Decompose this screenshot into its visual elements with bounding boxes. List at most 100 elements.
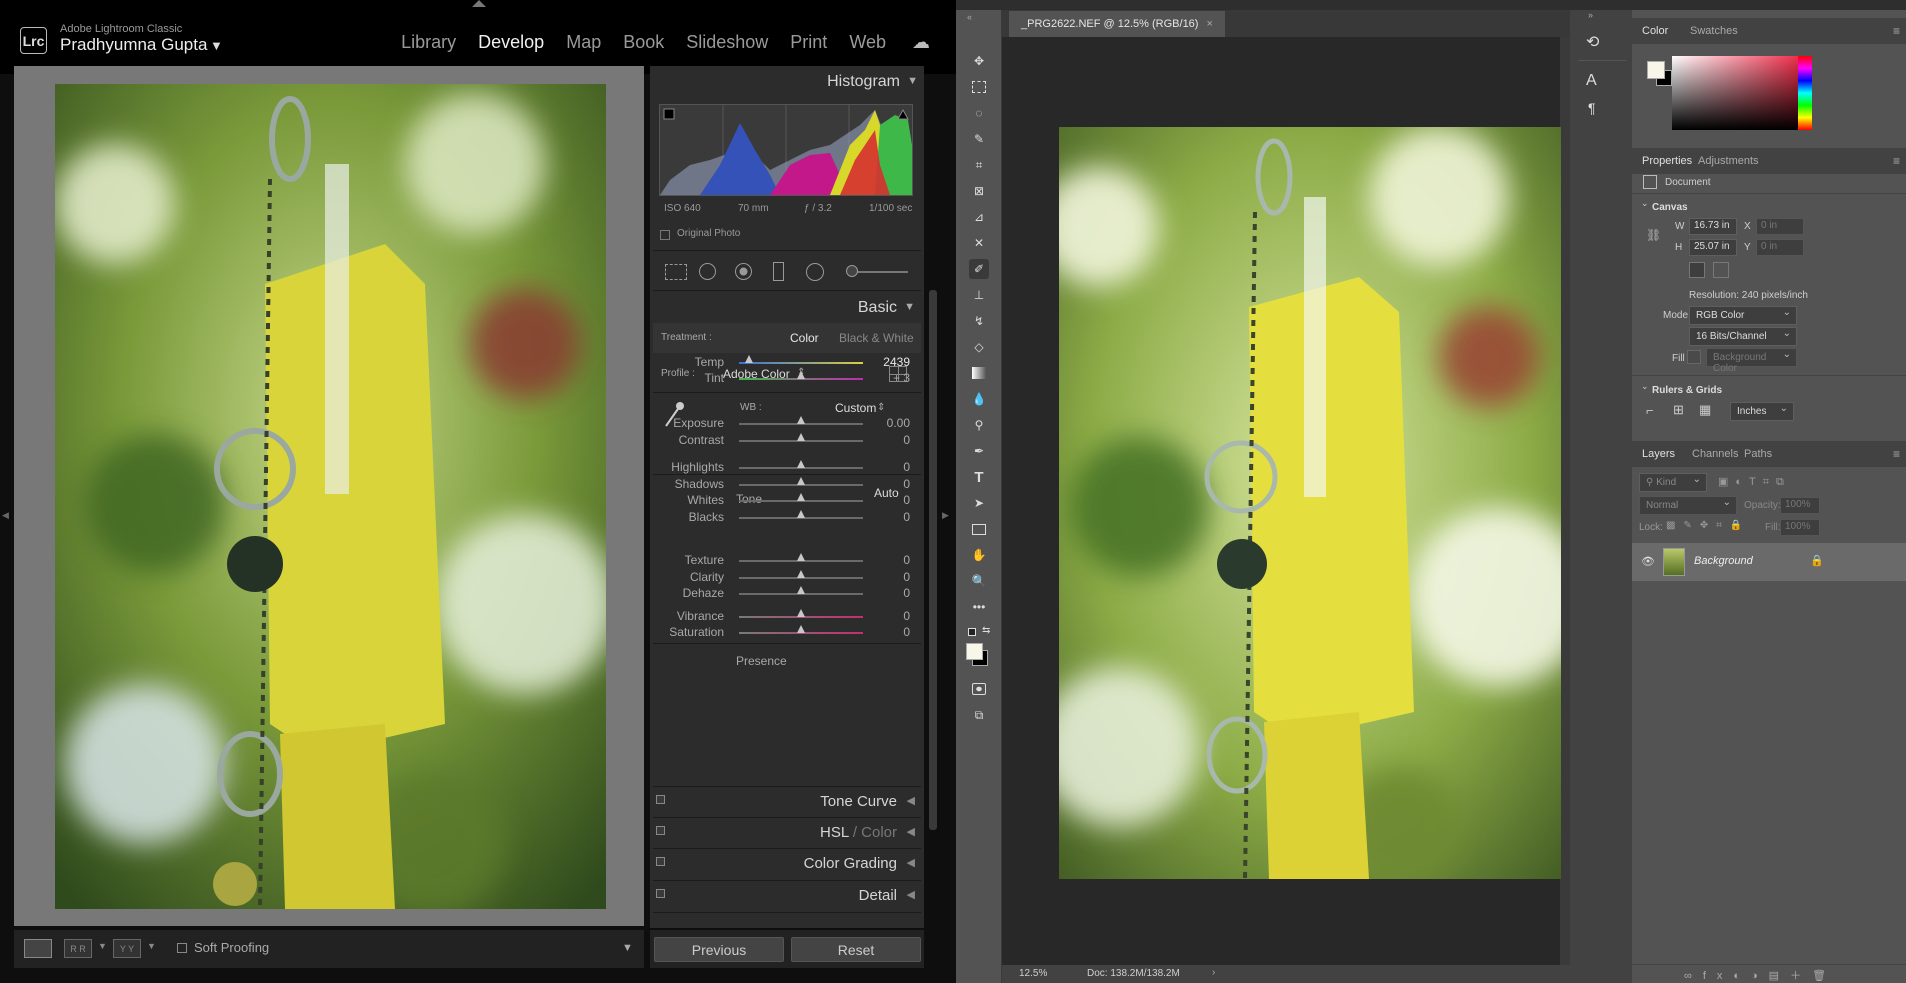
color-fg-swatch[interactable] [1647, 61, 1665, 79]
foreground-color-swatch[interactable] [966, 643, 983, 660]
expand-triangle-icon[interactable]: ◀ [907, 856, 915, 869]
saturation-slider-handle[interactable] [797, 625, 805, 633]
dehaze-slider-handle[interactable] [797, 586, 805, 594]
zoom-tool-icon[interactable]: 🔍 [969, 571, 989, 591]
rulers-chevron-icon[interactable]: ⌄ [1641, 381, 1649, 392]
right-panel-toggle-icon[interactable]: ▶ [942, 510, 949, 521]
dehaze-slider[interactable] [739, 586, 863, 595]
panel-switch-icon[interactable] [656, 857, 665, 866]
fill2-field[interactable]: 100% [1780, 519, 1820, 536]
basic-header[interactable]: Basic ▼ [653, 295, 921, 321]
x-field[interactable]: 0 in [1756, 218, 1804, 235]
identity-caret-icon[interactable]: ▼ [210, 38, 223, 53]
brush-tool-icon[interactable]: ✐ [969, 259, 989, 279]
texture-slider-handle[interactable] [797, 553, 805, 561]
histogram-graph[interactable] [659, 104, 913, 196]
exposure-slider[interactable] [739, 416, 863, 425]
blend-mode-dropdown[interactable]: Normal [1639, 496, 1737, 515]
left-panel-toggle-icon[interactable]: ◀ [2, 510, 9, 521]
hsl-header[interactable]: HSL / Color ◀ [653, 817, 921, 847]
dodge-tool-icon[interactable]: ⚲ [969, 415, 989, 435]
temp-slider[interactable] [739, 355, 863, 364]
landscape-orientation-icon[interactable] [1713, 262, 1729, 278]
history-panel-icon[interactable]: ⟲ [1586, 32, 1599, 52]
module-book[interactable]: Book [623, 32, 664, 53]
color-grading-header[interactable]: Color Grading ◀ [653, 848, 921, 878]
reset-button[interactable]: Reset [791, 937, 921, 962]
shadows-slider-handle[interactable] [797, 477, 805, 485]
canvas-chevron-icon[interactable]: ⌄ [1641, 198, 1649, 209]
detail-header[interactable]: Detail ◀ [653, 880, 921, 910]
expand-triangle-icon[interactable]: ◀ [907, 794, 915, 807]
blur-tool-icon[interactable]: 💧 [969, 389, 989, 409]
top-panel-toggle[interactable] [472, 0, 486, 7]
gradient-tool-icon[interactable] [969, 363, 989, 383]
temp-slider-handle[interactable] [744, 355, 753, 363]
marquee-tool-icon[interactable] [969, 77, 989, 97]
saturation-value[interactable]: 0 [866, 625, 910, 639]
toolbar-menu-caret-icon[interactable]: ▼ [622, 942, 633, 954]
portrait-orientation-icon[interactable] [1689, 262, 1705, 278]
frame-tool-icon[interactable]: ⊠ [969, 181, 989, 201]
tab-paths[interactable]: Paths [1744, 448, 1772, 460]
exposure-slider-handle[interactable] [797, 416, 805, 424]
whites-slider-handle[interactable] [797, 493, 805, 501]
clarity-value[interactable]: 0 [866, 570, 910, 584]
tone-curve-header[interactable]: Tone Curve ◀ [653, 786, 921, 816]
stamp-tool-icon[interactable]: ⊥ [969, 285, 989, 305]
highlights-slider[interactable] [739, 460, 863, 469]
module-library[interactable]: Library [401, 32, 456, 53]
expand-triangle-icon[interactable]: ◀ [907, 888, 915, 901]
graduated-filter-icon[interactable] [773, 262, 784, 281]
mode-dropdown[interactable]: RGB Color [1689, 306, 1797, 325]
develop-photo-preview[interactable] [55, 84, 606, 909]
texture-slider[interactable] [739, 553, 863, 562]
rectangle-tool-icon[interactable] [969, 519, 989, 539]
status-more-icon[interactable]: › [1212, 967, 1215, 978]
original-photo-checkbox[interactable] [660, 230, 670, 240]
module-print[interactable]: Print [790, 32, 827, 53]
document-tab[interactable]: _PRG2622.NEF @ 12.5% (RGB/16) × [1009, 11, 1225, 37]
eyedropper-tool-icon[interactable]: ⊿ [969, 207, 989, 227]
tint-value[interactable]: + 3 [866, 371, 910, 385]
move-tool-icon[interactable]: ✥ [969, 51, 989, 71]
healing-tool-icon[interactable]: ✕ [969, 233, 989, 253]
character-panel-icon[interactable]: A [1586, 72, 1597, 90]
module-slideshow[interactable]: Slideshow [686, 32, 768, 53]
grid-icon[interactable]: ⊞ [1673, 402, 1684, 418]
document-canvas-image[interactable] [1059, 127, 1561, 879]
lock-icons[interactable]: ▩✎✥⌗🔒 [1666, 520, 1750, 531]
red-eye-icon[interactable] [735, 263, 752, 280]
layer-filter-icons[interactable]: ▣◐T⌗⧉ [1718, 475, 1791, 489]
collapse-triangle-icon[interactable]: ▼ [904, 301, 915, 313]
tint-slider-handle[interactable] [797, 371, 805, 379]
panel-menu-icon[interactable]: ≡ [1893, 154, 1900, 168]
texture-value[interactable]: 0 [866, 553, 910, 567]
contrast-slider-handle[interactable] [797, 433, 805, 441]
panel-menu-icon[interactable]: ≡ [1893, 447, 1900, 461]
layer-kind-filter[interactable]: ⚲ Kind [1639, 473, 1707, 492]
quick-mask-icon[interactable] [969, 679, 989, 699]
history-brush-icon[interactable]: ↯ [969, 311, 989, 331]
lasso-tool-icon[interactable]: ◌ [969, 103, 989, 123]
treatment-black-white[interactable]: Black & White [839, 331, 914, 345]
before-after-rr-icon[interactable]: R R [64, 939, 92, 958]
collapse-triangle-icon[interactable]: ▼ [907, 75, 918, 87]
module-web[interactable]: Web [849, 32, 886, 53]
tab-layers[interactable]: Layers [1642, 448, 1675, 460]
ruler-icon[interactable]: ⌐ [1646, 403, 1654, 418]
opacity-field[interactable]: 100% [1780, 497, 1820, 514]
contrast-slider[interactable] [739, 433, 863, 442]
more-tools-icon[interactable]: ••• [969, 597, 989, 617]
histogram-header[interactable]: Histogram ▼ [650, 66, 924, 94]
swap-colors-icon[interactable]: ⇆ [982, 625, 990, 636]
clarity-slider[interactable] [739, 570, 863, 579]
layer-name[interactable]: Background [1694, 555, 1753, 567]
highlights-slider-handle[interactable] [797, 460, 805, 468]
whites-value[interactable]: 0 [866, 493, 910, 507]
panel-switch-icon[interactable] [656, 889, 665, 898]
contrast-value[interactable]: 0 [866, 433, 910, 447]
color-field[interactable] [1672, 56, 1810, 130]
tab-properties[interactable]: Properties [1642, 155, 1692, 167]
default-colors-icon[interactable] [968, 628, 976, 636]
